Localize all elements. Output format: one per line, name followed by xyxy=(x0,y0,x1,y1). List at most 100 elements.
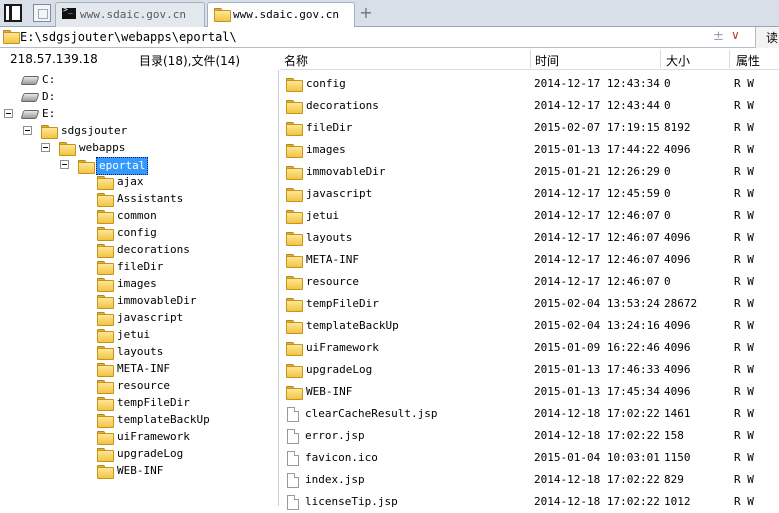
new-tab-button[interactable]: + xyxy=(358,4,374,22)
file-row[interactable]: clearCacheResult.jsp 2014-12-18 17:02:22 1… xyxy=(280,403,779,425)
file-name: favicon.ico xyxy=(305,451,378,464)
file-row[interactable]: config 2014-12-17 12:43:34 0 R W xyxy=(280,73,779,95)
tree-drive-d[interactable]: D: xyxy=(20,89,57,106)
column-time[interactable]: 时间 xyxy=(535,52,559,69)
column-name[interactable]: 名称 xyxy=(284,52,308,69)
file-row[interactable]: WEB-INF 2015-01-13 17:45:34 4096 R W xyxy=(280,381,779,403)
file-row[interactable]: immovableDir 2015-01-21 12:26:29 0 R W xyxy=(280,161,779,183)
read-button[interactable]: 读 xyxy=(755,27,779,48)
file-name: layouts xyxy=(306,231,353,244)
tree-node-child[interactable]: decorations xyxy=(97,242,192,259)
window-menu-icon[interactable] xyxy=(4,4,22,22)
tab-overview-icon[interactable] xyxy=(33,4,51,22)
file-icon xyxy=(287,494,299,510)
file-attr: R W xyxy=(734,297,754,310)
tree-node-child[interactable]: fileDir xyxy=(97,259,165,276)
file-row[interactable]: layouts 2014-12-17 12:46:07 4096 R W xyxy=(280,227,779,249)
tree-node-child[interactable]: uiFramework xyxy=(97,429,192,446)
collapse-icon[interactable] xyxy=(23,126,32,135)
tree-node-child[interactable]: resource xyxy=(97,378,172,395)
file-attr: R W xyxy=(734,121,754,134)
tree-node-child[interactable]: common xyxy=(97,208,159,225)
file-name-cell: resource xyxy=(284,271,359,293)
tree-node-child[interactable]: ajax xyxy=(97,174,146,191)
tree-node-eportal[interactable]: eportal xyxy=(60,157,149,175)
file-row[interactable]: tempFileDir 2015-02-04 13:53:24 28672 R W xyxy=(280,293,779,315)
tree-node-child[interactable]: templateBackUp xyxy=(97,412,212,429)
tree-node-webapps[interactable]: webapps xyxy=(41,140,127,157)
file-size: 8192 xyxy=(664,121,691,134)
file-row[interactable]: resource 2014-12-17 12:46:07 0 R W xyxy=(280,271,779,293)
directory-tree-pane: 218.57.139.18 目录(18),文件(14) C: D: E: sdgsjo… xyxy=(0,48,279,506)
file-attr: R W xyxy=(734,319,754,332)
tree-node-child[interactable]: tempFileDir xyxy=(97,395,192,412)
file-icon xyxy=(287,428,299,444)
file-row[interactable]: error.jsp 2014-12-18 17:02:22 158 R W xyxy=(280,425,779,447)
file-attr: R W xyxy=(734,143,754,156)
tab-terminal[interactable]: www.sdaic.gov.cn xyxy=(55,2,205,27)
file-row[interactable]: fileDir 2015-02-07 17:19:15 8192 R W xyxy=(280,117,779,139)
file-name: jetui xyxy=(306,209,340,222)
file-size: 4096 xyxy=(664,253,691,266)
file-row[interactable]: templateBackUp 2015-02-04 13:24:16 4096 R W xyxy=(280,315,779,337)
file-name: licenseTip.jsp xyxy=(305,495,398,508)
plus-minus-icon[interactable]: ± xyxy=(713,29,724,44)
tab-file-manager[interactable]: www.sdaic.gov.cn xyxy=(207,2,355,28)
tree-node-label: C: xyxy=(42,73,56,86)
file-row[interactable]: javascript 2014-12-17 12:45:59 0 R W xyxy=(280,183,779,205)
column-divider[interactable] xyxy=(530,50,531,68)
file-name: upgradeLog xyxy=(306,363,373,376)
column-divider[interactable] xyxy=(729,50,730,68)
column-attr[interactable]: 属性 xyxy=(736,52,760,69)
tree-node-label: javascript xyxy=(117,311,184,324)
folder-icon xyxy=(97,431,114,445)
tree-node-child[interactable]: config xyxy=(97,225,159,242)
folder-icon xyxy=(59,142,76,156)
file-row[interactable]: favicon.ico 2015-01-04 10:03:01 1150 R W xyxy=(280,447,779,469)
file-row[interactable]: index.jsp 2014-12-18 17:02:22 829 R W xyxy=(280,469,779,491)
folder-icon xyxy=(286,144,303,158)
column-size[interactable]: 大小 xyxy=(666,52,690,69)
tree-node-child[interactable]: WEB-INF xyxy=(97,463,165,480)
column-divider[interactable] xyxy=(660,50,661,68)
tree-node-label: decorations xyxy=(117,243,190,256)
file-time: 2015-01-04 10:03:01 xyxy=(534,451,660,464)
file-row[interactable]: upgradeLog 2015-01-13 17:46:33 4096 R W xyxy=(280,359,779,381)
folder-icon xyxy=(3,30,20,44)
tree-node-child[interactable]: META-INF xyxy=(97,361,172,378)
file-attr: R W xyxy=(734,429,754,442)
file-row[interactable]: uiFramework 2015-01-09 16:22:46 4096 R W xyxy=(280,337,779,359)
tree-node-child[interactable]: jetui xyxy=(97,327,152,344)
file-list-pane: 名称 时间 大小 属性 config 2014-12-17 12:43:34 0 R … xyxy=(280,48,779,510)
tree-node-child[interactable]: images xyxy=(97,276,159,293)
tree-node-child[interactable]: upgradeLog xyxy=(97,446,185,463)
folder-icon xyxy=(286,122,303,136)
tree-node-label: layouts xyxy=(117,345,164,358)
folder-icon xyxy=(286,232,303,246)
file-time: 2014-12-17 12:46:07 xyxy=(534,231,660,244)
file-row[interactable]: images 2015-01-13 17:44:22 4096 R W xyxy=(280,139,779,161)
file-name-cell: clearCacheResult.jsp xyxy=(284,403,437,425)
file-row[interactable]: decorations 2014-12-17 12:43:44 0 R W xyxy=(280,95,779,117)
chevron-down-icon[interactable]: ∨ xyxy=(731,28,740,42)
file-size: 1012 xyxy=(664,495,691,508)
tree-drive-e[interactable]: E: xyxy=(4,106,57,123)
file-icon xyxy=(287,472,299,488)
file-row[interactable]: jetui 2014-12-17 12:46:07 0 R W xyxy=(280,205,779,227)
file-row[interactable]: licenseTip.jsp 2014-12-18 17:02:22 1012 R W xyxy=(280,491,779,513)
collapse-icon[interactable] xyxy=(4,109,13,118)
tree-node-child[interactable]: immovableDir xyxy=(97,293,198,310)
tree-node-child[interactable]: Assistants xyxy=(97,191,185,208)
collapse-icon[interactable] xyxy=(41,143,50,152)
tree-drive-c[interactable]: C: xyxy=(20,72,57,89)
file-row[interactable]: META-INF 2014-12-17 12:46:07 4096 R W xyxy=(280,249,779,271)
file-size: 4096 xyxy=(664,143,691,156)
tree-node-child[interactable]: layouts xyxy=(97,344,165,361)
tree-node-label: E: xyxy=(42,107,56,120)
tree-node-child[interactable]: javascript xyxy=(97,310,185,327)
tree-node-sdgsjouter[interactable]: sdgsjouter xyxy=(23,123,129,140)
collapse-icon[interactable] xyxy=(60,160,69,169)
path-input[interactable]: E:\sdgsjouter\webapps\eportal\ xyxy=(20,30,237,44)
folder-icon xyxy=(286,166,303,180)
tree-node-label: sdgsjouter xyxy=(61,124,128,137)
